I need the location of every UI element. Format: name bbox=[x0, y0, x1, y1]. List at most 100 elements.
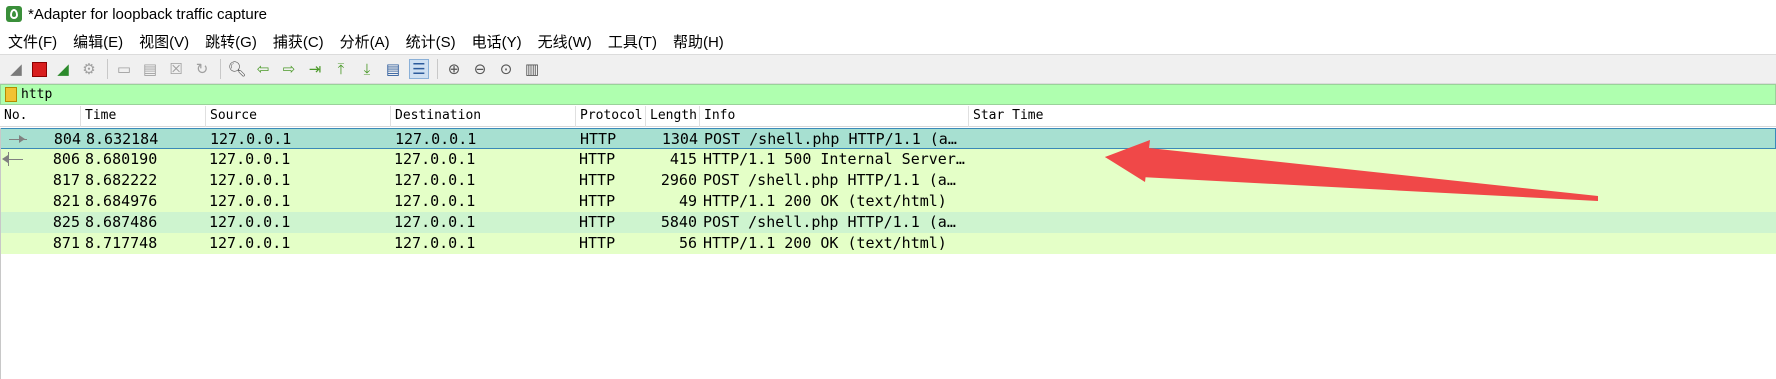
normal-size-icon[interactable]: ⊙ bbox=[496, 59, 516, 79]
cell-destination: 127.0.0.1 bbox=[395, 130, 477, 148]
cell-star-time bbox=[972, 233, 1272, 254]
list-left-border bbox=[0, 128, 1, 379]
cell-protocol: HTTP bbox=[579, 150, 616, 168]
go-back-icon[interactable]: ⇦ bbox=[253, 59, 273, 79]
menu-bar: 文件(F) 编辑(E) 视图(V) 跳转(G) 捕获(C) 分析(A) 统计(S… bbox=[0, 28, 1776, 54]
cell-destination: 127.0.0.1 bbox=[394, 213, 476, 231]
cell-source: 127.0.0.1 bbox=[209, 192, 291, 210]
stop-capture-icon[interactable] bbox=[32, 61, 47, 77]
cell-no: 821 bbox=[52, 192, 80, 210]
cell-time: 8.680190 bbox=[85, 150, 158, 168]
window-title: *Adapter for loopback traffic capture bbox=[28, 5, 268, 23]
cell-no: 806 bbox=[52, 150, 80, 168]
cell-star-time bbox=[972, 191, 1272, 212]
cell-info: HTTP/1.1 200 OK (text/html) bbox=[703, 192, 947, 210]
column-header-protocol[interactable]: Protocol bbox=[576, 106, 646, 127]
resize-columns-icon[interactable]: ▥ bbox=[522, 59, 542, 79]
cell-no: 825 bbox=[52, 213, 80, 231]
column-header-info[interactable]: Info bbox=[700, 106, 969, 127]
menu-file[interactable]: 文件(F) bbox=[0, 31, 65, 52]
display-filter-input[interactable]: http bbox=[21, 87, 52, 102]
cell-star-time bbox=[972, 212, 1272, 233]
toolbar-separator bbox=[437, 59, 438, 79]
cell-time: 8.684976 bbox=[85, 192, 158, 210]
menu-capture[interactable]: 捕获(C) bbox=[265, 31, 332, 52]
capture-options-icon[interactable]: ⚙ bbox=[79, 59, 99, 79]
cell-length: 5840 bbox=[660, 213, 697, 231]
menu-go[interactable]: 跳转(G) bbox=[197, 31, 265, 52]
cell-no: 871 bbox=[52, 234, 80, 252]
go-to-packet-icon[interactable]: ⇥ bbox=[305, 59, 325, 79]
menu-statistics[interactable]: 统计(S) bbox=[398, 31, 464, 52]
display-filter-bar[interactable]: http bbox=[0, 84, 1776, 105]
packet-list-header: No. Time Source Destination Protocol Len… bbox=[0, 106, 1776, 127]
packet-row[interactable]: 817 8.682222 127.0.0.1 127.0.0.1 HTTP 29… bbox=[0, 170, 1776, 191]
go-forward-icon[interactable]: ⇨ bbox=[279, 59, 299, 79]
column-header-no[interactable]: No. bbox=[0, 106, 81, 127]
shark-fin-icon[interactable]: ◢ bbox=[6, 59, 26, 79]
cell-protocol: HTTP bbox=[579, 213, 616, 231]
request-arrow-icon bbox=[1, 129, 31, 150]
cell-source: 127.0.0.1 bbox=[209, 171, 291, 189]
cell-star-time bbox=[972, 170, 1272, 191]
menu-wireless[interactable]: 无线(W) bbox=[530, 31, 600, 52]
packet-row[interactable]: 821 8.684976 127.0.0.1 127.0.0.1 HTTP 49… bbox=[0, 191, 1776, 212]
toolbar-separator bbox=[107, 59, 108, 79]
cell-source: 127.0.0.1 bbox=[209, 150, 291, 168]
packet-row[interactable]: 806 8.680190 127.0.0.1 127.0.0.1 HTTP 41… bbox=[0, 149, 1776, 171]
menu-analyze[interactable]: 分析(A) bbox=[332, 31, 398, 52]
menu-help[interactable]: 帮助(H) bbox=[665, 31, 732, 52]
cell-protocol: HTTP bbox=[579, 192, 616, 210]
cell-protocol: HTTP bbox=[579, 234, 616, 252]
column-header-star-time[interactable]: Star Time bbox=[969, 106, 1776, 127]
menu-telephony[interactable]: 电话(Y) bbox=[464, 31, 530, 52]
save-file-icon[interactable]: ▤ bbox=[140, 59, 160, 79]
cell-no: 804 bbox=[53, 130, 81, 148]
cell-info: POST /shell.php HTTP/1.1 (a… bbox=[704, 130, 957, 148]
response-arrow-icon bbox=[0, 149, 30, 170]
cell-length: 1304 bbox=[661, 130, 698, 148]
find-packet-icon[interactable]: 🔍︎ bbox=[227, 59, 247, 79]
zoom-in-icon[interactable]: ⊕ bbox=[444, 59, 464, 79]
autoscroll-icon[interactable]: ▤ bbox=[383, 59, 403, 79]
column-header-length[interactable]: Length bbox=[646, 106, 700, 127]
packet-row[interactable]: 871 8.717748 127.0.0.1 127.0.0.1 HTTP 56… bbox=[0, 233, 1776, 254]
cell-star-time bbox=[972, 149, 1272, 170]
menu-edit[interactable]: 编辑(E) bbox=[65, 31, 131, 52]
cell-length: 49 bbox=[678, 192, 697, 210]
menu-view[interactable]: 视图(V) bbox=[131, 31, 197, 52]
wireshark-logo-icon bbox=[6, 6, 22, 22]
cell-time: 8.682222 bbox=[85, 171, 158, 189]
cell-info: HTTP/1.1 500 Internal Server… bbox=[703, 150, 965, 168]
colorize-icon[interactable]: ☰ bbox=[409, 59, 429, 79]
open-file-icon[interactable]: ▭ bbox=[114, 59, 134, 79]
toolbar-separator bbox=[220, 59, 221, 79]
packet-row[interactable]: 825 8.687486 127.0.0.1 127.0.0.1 HTTP 58… bbox=[0, 212, 1776, 233]
close-file-icon[interactable]: ☒ bbox=[166, 59, 186, 79]
restart-capture-icon[interactable]: ◢ bbox=[53, 59, 73, 79]
column-header-time[interactable]: Time bbox=[81, 106, 206, 127]
cell-info: HTTP/1.1 200 OK (text/html) bbox=[703, 234, 947, 252]
cell-destination: 127.0.0.1 bbox=[394, 234, 476, 252]
bookmark-icon[interactable] bbox=[5, 87, 17, 102]
cell-info: POST /shell.php HTTP/1.1 (a… bbox=[703, 213, 956, 231]
packet-row[interactable]: 804 8.632184 127.0.0.1 127.0.0.1 HTTP 13… bbox=[0, 128, 1776, 149]
zoom-out-icon[interactable]: ⊖ bbox=[470, 59, 490, 79]
first-packet-icon[interactable]: ⤒ bbox=[331, 59, 351, 79]
cell-length: 56 bbox=[678, 234, 697, 252]
cell-source: 127.0.0.1 bbox=[210, 130, 292, 148]
cell-time: 8.687486 bbox=[85, 213, 158, 231]
cell-source: 127.0.0.1 bbox=[209, 213, 291, 231]
column-header-destination[interactable]: Destination bbox=[391, 106, 576, 127]
cell-destination: 127.0.0.1 bbox=[394, 150, 476, 168]
cell-info: POST /shell.php HTTP/1.1 (a… bbox=[703, 171, 956, 189]
cell-no: 817 bbox=[52, 171, 80, 189]
menu-tools[interactable]: 工具(T) bbox=[600, 31, 665, 52]
cell-time: 8.632184 bbox=[86, 130, 159, 148]
reload-icon[interactable]: ↻ bbox=[192, 59, 212, 79]
cell-time: 8.717748 bbox=[85, 234, 158, 252]
title-bar: *Adapter for loopback traffic capture bbox=[0, 0, 1776, 28]
cell-destination: 127.0.0.1 bbox=[394, 192, 476, 210]
column-header-source[interactable]: Source bbox=[206, 106, 391, 127]
last-packet-icon[interactable]: ⤓ bbox=[357, 59, 377, 79]
